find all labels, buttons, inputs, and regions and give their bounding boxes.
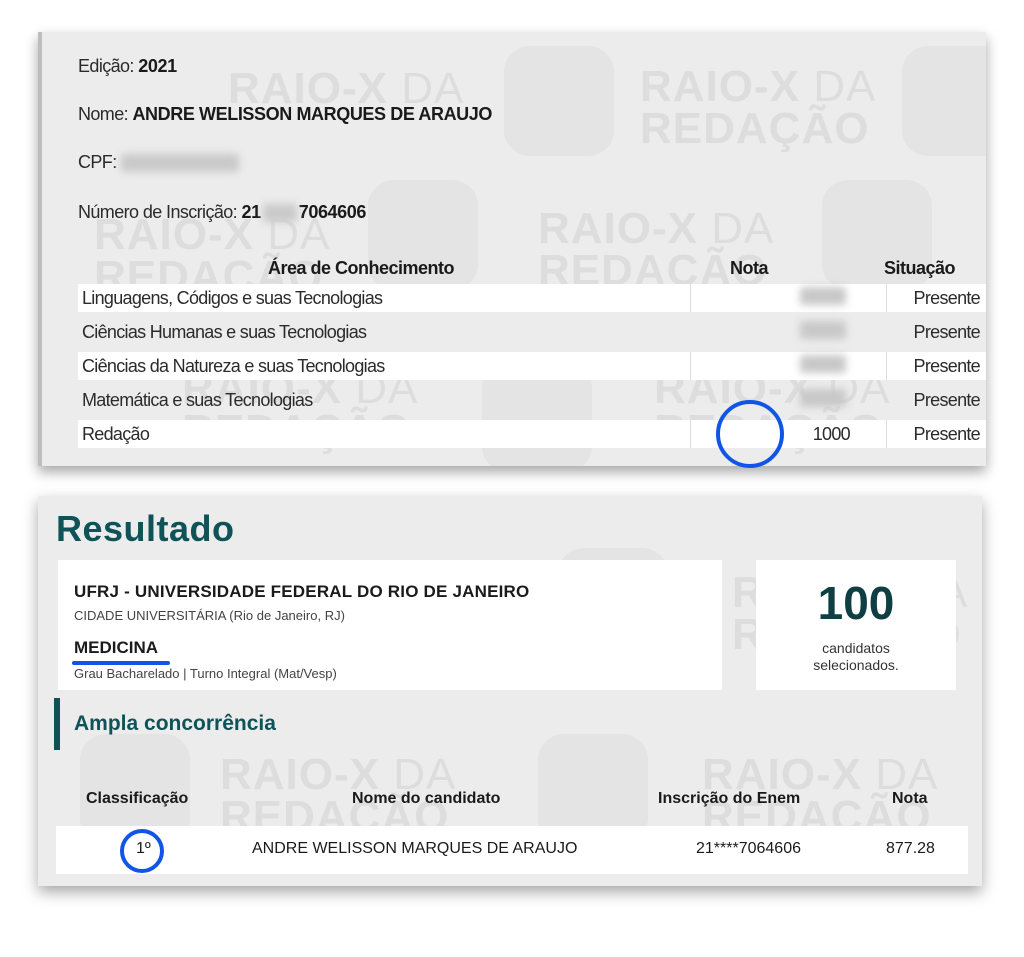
- table-row: 1º ANDRE WELISSON MARQUES DE ARAUJO 21**…: [56, 826, 968, 874]
- score-situacao: Presente: [913, 355, 981, 376]
- selected-count: 100: [817, 577, 895, 629]
- score-row: Ciências da Natureza e suas Tecnologias …: [78, 352, 986, 380]
- score-nota-redacted: [660, 354, 850, 378]
- registration-line: Número de Inscrição: 21 7064606: [78, 202, 366, 223]
- watermark: RAIO-X DAREDAÇÃO: [538, 204, 775, 295]
- result-title: Resultado: [56, 508, 235, 549]
- column-header-nome: Nome do candidato: [352, 790, 501, 807]
- category-title: Ampla concorrência: [74, 712, 276, 735]
- category-accent-bar: [54, 698, 60, 750]
- score-situacao: Presente: [913, 389, 981, 410]
- highlight-circle-redacao: [716, 400, 784, 468]
- selected-count-panel: 100 candidatos selecionados.: [756, 560, 956, 690]
- course-highlight-underline: [72, 661, 170, 665]
- row-inscricao: 21****7064606: [696, 840, 801, 857]
- row-nota: 877.28: [886, 840, 935, 857]
- watermark: RAIO-X DAREDAÇÃO: [640, 62, 877, 153]
- column-header-classificacao: Classificação: [86, 790, 189, 807]
- registration-prefix: 21: [241, 202, 261, 222]
- score-area: Redação: [82, 423, 150, 444]
- university-panel: UFRJ - UNIVERSIDADE FEDERAL DO RIO DE JA…: [58, 560, 722, 690]
- score-area: Linguagens, Códigos e suas Tecnologias: [82, 287, 383, 308]
- registration-label: Número de Inscrição:: [78, 202, 238, 222]
- score-row: Matemática e suas Tecnologias Presente: [78, 386, 986, 414]
- column-header-area: Área de Conhecimento: [268, 258, 455, 278]
- score-area: Matemática e suas Tecnologias: [82, 389, 313, 410]
- registration-redacted: [262, 204, 297, 223]
- score-nota-redacted: [660, 320, 850, 344]
- column-header-nota: Nota: [730, 258, 769, 278]
- score-row: Ciências Humanas e suas Tecnologias Pres…: [78, 318, 986, 346]
- result-card: RAIO-X DAREDAÇÃO RAIO-X DAREDAÇÃO RAIO-X…: [38, 496, 982, 886]
- score-row: Redação 1000 Presente: [78, 420, 986, 448]
- column-header-nota: Nota: [892, 790, 928, 807]
- registration-suffix: 7064606: [298, 202, 367, 222]
- name-label: Nome:: [78, 104, 129, 124]
- university-campus: CIDADE UNIVERSITÁRIA (Rio de Janeiro, RJ…: [74, 608, 345, 623]
- column-header-inscricao: Inscrição do Enem: [658, 790, 801, 807]
- highlight-circle-classification: [120, 829, 164, 873]
- cpf-label: CPF:: [78, 152, 117, 172]
- row-nome: ANDRE WELISSON MARQUES DE ARAUJO: [252, 840, 578, 857]
- score-situacao: Presente: [913, 423, 981, 444]
- course-name: MEDICINA: [74, 638, 159, 657]
- column-header-situacao: Situação: [884, 258, 956, 278]
- edition-value: 2021: [138, 56, 177, 76]
- watermark-logo-icon: [504, 46, 614, 156]
- cpf-redacted: [121, 154, 240, 173]
- selected-count-label: candidatos selecionados.: [813, 640, 899, 673]
- course-details: Grau Bacharelado | Turno Integral (Mat/V…: [74, 666, 337, 681]
- watermark-logo-icon: [902, 46, 986, 156]
- score-nota-redacted: [660, 286, 850, 310]
- name-value: ANDRE WELISSON MARQUES DE ARAUJO: [132, 104, 492, 124]
- edition-line: Edição: 2021: [78, 56, 177, 77]
- score-area: Ciências Humanas e suas Tecnologias: [82, 321, 367, 342]
- name-line: Nome: ANDRE WELISSON MARQUES DE ARAUJO: [78, 104, 492, 125]
- candidate-scores-card: RAIO-X DA REDAÇÃO RAIO-X DA RAIO-X DA REDA…: [38, 32, 986, 466]
- score-situacao: Presente: [913, 321, 981, 342]
- cpf-line: CPF:: [78, 152, 240, 173]
- score-area: Ciências da Natureza e suas Tecnologias: [82, 355, 385, 376]
- edition-label: Edição:: [78, 56, 134, 76]
- university-name: UFRJ - UNIVERSIDADE FEDERAL DO RIO DE JA…: [74, 582, 530, 601]
- score-situacao: Presente: [913, 287, 981, 308]
- score-row: Linguagens, Códigos e suas Tecnologias P…: [78, 284, 986, 312]
